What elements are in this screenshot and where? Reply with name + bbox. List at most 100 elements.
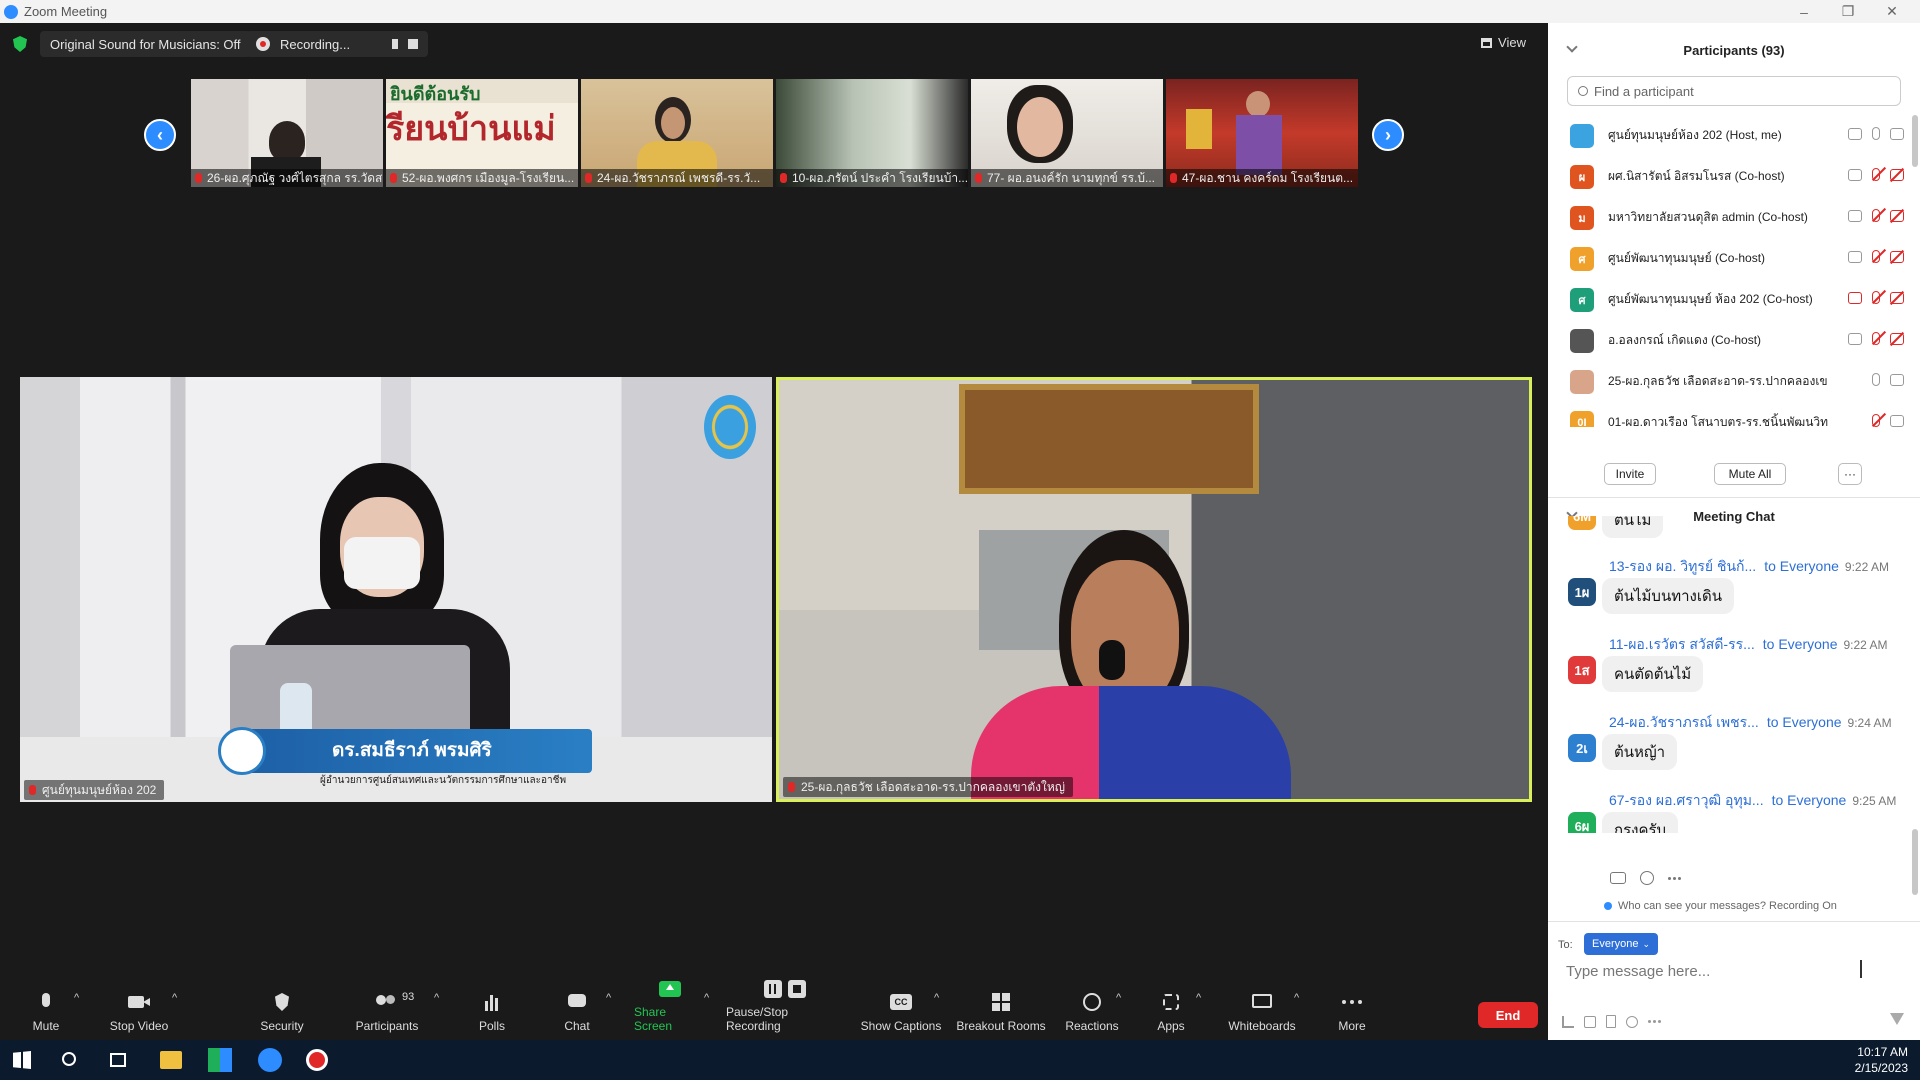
share-screen-icon [659, 980, 681, 997]
zoom-app-icon[interactable] [258, 1048, 282, 1072]
recorder-app-icon[interactable] [306, 1049, 328, 1071]
participant-row[interactable]: อ.อลงกรณ์ เกิดแดง (Co-host) [1548, 320, 1920, 361]
encryption-shield-icon[interactable] [13, 36, 27, 52]
chat-recipient-dropdown[interactable]: Everyone ⌄ [1584, 933, 1658, 955]
app-icon[interactable] [208, 1048, 232, 1072]
participant-avatar: ม [1570, 205, 1594, 230]
video-thumbnail[interactable]: 77- ผอ.อนงค์รัก นามทุกข์ รร.บ้... [971, 79, 1163, 187]
windows-start-icon[interactable] [13, 1051, 31, 1069]
more-dots-icon[interactable] [1668, 876, 1671, 880]
chat-options-chevron-icon[interactable]: ^ [606, 992, 611, 1004]
main-video-right-active-speaker[interactable]: 25-ผอ.กุลธวัช เลือดสะอาด-รร.ปากคลองเขาตั… [776, 377, 1532, 802]
share-screen-button[interactable]: Share Screen [634, 980, 706, 1040]
more-button[interactable]: More [1334, 980, 1370, 1040]
minimize-icon[interactable]: – [1782, 0, 1826, 23]
video-options-chevron-icon[interactable]: ^ [172, 992, 177, 1004]
apps-button[interactable]: Apps [1156, 980, 1186, 1040]
participant-row[interactable]: ศ ศูนย์พัฒนาทุนมนุษย์ (Co-host) [1548, 238, 1920, 279]
chat-sender[interactable]: 24-ผอ.วัชราภรณ์ เพชร... [1609, 714, 1759, 730]
participant-row[interactable]: ศูนย์ทุนมนุษย์ห้อง 202 (Host, me) [1548, 115, 1920, 156]
previous-page-button[interactable]: ‹ [144, 119, 176, 151]
whiteboards-options-chevron-icon[interactable]: ^ [1294, 992, 1299, 1004]
format-text-icon[interactable] [1562, 1015, 1574, 1028]
chat-message-header: 67-รอง ผอ.ศราวุฒิ อุทุม... to Everyone 9:2… [1609, 792, 1897, 808]
search-icon [1578, 86, 1588, 96]
participants-options-chevron-icon[interactable]: ^ [434, 992, 439, 1004]
participant-list-scrollbar[interactable] [1912, 115, 1918, 167]
reactions-options-chevron-icon[interactable]: ^ [1116, 992, 1121, 1004]
security-button[interactable]: Security [252, 980, 312, 1040]
restore-icon[interactable]: ❐ [1826, 0, 1870, 23]
video-thumbnail[interactable]: 26-ผอ.ศุภณัฐ วงศ์ไตรสุกล รร.วัดสร... [191, 79, 383, 187]
captions-cc-icon: CC [890, 993, 912, 1011]
original-sound-toggle[interactable]: Original Sound for Musicians: Off [40, 31, 251, 57]
participant-row[interactable]: 25-ผอ.กุลธวัช เลือดสะอาด-รร.ปากคลองเขาตั… [1548, 361, 1920, 402]
video-camera-icon [1890, 373, 1904, 386]
send-icon[interactable] [1890, 1013, 1904, 1025]
view-button[interactable]: View [1481, 35, 1526, 50]
file-explorer-icon[interactable] [160, 1051, 182, 1069]
screenshot-icon[interactable] [1584, 1015, 1596, 1028]
next-page-button[interactable]: › [1372, 119, 1404, 151]
more-dots-icon[interactable] [1648, 1020, 1651, 1023]
close-icon[interactable]: ✕ [1870, 0, 1914, 23]
mute-all-button[interactable]: Mute All [1714, 463, 1786, 485]
search-icon[interactable] [62, 1052, 76, 1066]
who-can-see-messages-link[interactable]: Who can see your messages? Recording On [1604, 900, 1837, 912]
emoji-icon[interactable] [1626, 1015, 1638, 1028]
participant-row[interactable]: ม มหาวิทยาลัยสวนดุสิต admin (Co-host) [1548, 197, 1920, 238]
end-meeting-button[interactable]: End [1478, 1002, 1538, 1028]
pause-recording-icon[interactable] [392, 39, 398, 49]
reactions-button[interactable]: Reactions [1065, 980, 1119, 1040]
chat-sender[interactable]: 13-รอง ผอ. วิทูรย์ ชินก้... [1609, 558, 1756, 574]
main-video-left[interactable]: ดร.สมธีราภ์ พรมศิริ ผู้อำนวยการศูนย์สนเท… [20, 377, 772, 802]
video-thumbnail[interactable]: 47-ผอ.ชาน คงคร์ดม โรงเรียนต... [1166, 79, 1358, 187]
reply-icon[interactable] [1610, 872, 1626, 884]
video-thumbnail[interactable]: ยินดีต้อนรับ รียนบ้านแม่ 52-ผอ.พงศกร เมื… [386, 79, 578, 187]
video-camera-icon [1890, 414, 1904, 427]
file-attach-icon[interactable] [1606, 1015, 1616, 1028]
audio-options-chevron-icon[interactable]: ^ [74, 992, 79, 1004]
task-view-icon[interactable] [110, 1053, 126, 1067]
participant-row[interactable]: ผ ผศ.นิสารัตน์ อิสรมโนรส (Co-host) [1548, 156, 1920, 197]
chat-sender[interactable]: 67-รอง ผอ.ศราวุฒิ อุทุม... [1609, 792, 1764, 808]
original-sound-label: Original Sound for Musicians: Off [50, 36, 241, 52]
chat-message-header: 11-ผอ.เรวัตร สวัสดี-รร... to Everyone 9:22… [1609, 636, 1888, 652]
stop-video-button[interactable]: Stop Video [104, 980, 174, 1040]
text-cursor-icon [1860, 960, 1862, 978]
whiteboards-button[interactable]: Whiteboards [1226, 980, 1298, 1040]
participant-avatar: ศ [1570, 287, 1594, 312]
invite-button[interactable]: Invite [1604, 463, 1656, 485]
cloud-recording-icon [1848, 332, 1862, 345]
chat-message-input[interactable]: Type message here... [1566, 963, 1710, 980]
video-off-icon [1890, 291, 1904, 304]
participants-button[interactable]: 93 Participants [352, 980, 422, 1040]
participants-count-badge: 93 [402, 991, 415, 1003]
participant-search-input[interactable]: Find a participant [1567, 76, 1901, 106]
chat-sender[interactable]: 11-ผอ.เรวัตร สวัสดี-รร... [1609, 636, 1755, 652]
participant-row[interactable]: 0I 01-ผอ.ดาวเรือง โสนาบตร-รร.ชนิ้นพัฒนวิ… [1548, 402, 1920, 427]
captions-options-chevron-icon[interactable]: ^ [934, 992, 939, 1004]
video-camera-icon [1890, 127, 1904, 140]
apps-options-chevron-icon[interactable]: ^ [1196, 992, 1201, 1004]
mute-button[interactable]: Mute [24, 980, 68, 1040]
participants-more-button[interactable]: ··· [1838, 463, 1862, 485]
show-captions-button[interactable]: CC Show Captions [858, 980, 944, 1040]
share-options-chevron-icon[interactable]: ^ [704, 992, 709, 1004]
stop-recording-icon[interactable] [408, 39, 418, 49]
system-clock[interactable]: 10:17 AM 2/15/2023 [1855, 1044, 1908, 1076]
participant-avatar [1570, 328, 1594, 353]
participant-row[interactable]: ศ ศูนย์พัฒนาทุนมนุษย์ ห้อง 202 (Co-host) [1548, 279, 1920, 320]
microphone-muted-icon [1872, 332, 1880, 345]
chat-scrollbar[interactable] [1912, 829, 1918, 895]
video-thumbnail[interactable]: 24-ผอ.วัชราภรณ์ เพชรดี-รร.วั... [581, 79, 773, 187]
emoji-reaction-icon[interactable] [1640, 871, 1654, 885]
breakout-rooms-button[interactable]: Breakout Rooms [956, 980, 1046, 1040]
chat-button[interactable]: Chat [560, 980, 594, 1040]
video-stage: Original Sound for Musicians: Off Record… [0, 23, 1548, 980]
pause-stop-recording-button[interactable]: Pause/Stop Recording [726, 980, 846, 1040]
polls-button[interactable]: Polls [474, 980, 510, 1040]
video-off-icon [1890, 168, 1904, 181]
collapse-participants-chevron-icon[interactable] [1566, 41, 1578, 53]
video-thumbnail[interactable]: 10-ผอ.ภรัตน์ ประคำ โรงเรียนบ้า... [776, 79, 968, 187]
